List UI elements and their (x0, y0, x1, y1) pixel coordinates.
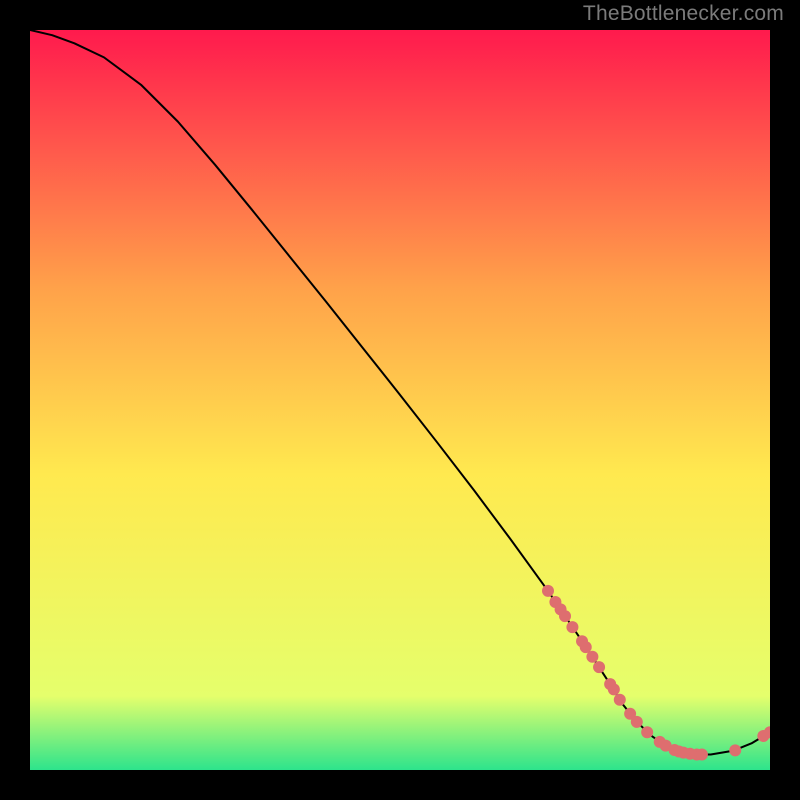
data-marker (631, 716, 643, 728)
data-marker (586, 651, 598, 663)
gradient-background (30, 30, 770, 770)
data-marker (566, 621, 578, 633)
data-marker (729, 744, 741, 756)
chart-frame: TheBottlenecker.com (0, 0, 800, 800)
data-marker (542, 585, 554, 597)
bottleneck-chart (30, 30, 770, 770)
data-marker (614, 694, 626, 706)
attribution-text: TheBottlenecker.com (583, 2, 784, 26)
data-marker (696, 748, 708, 760)
data-marker (593, 661, 605, 673)
data-marker (641, 726, 653, 738)
data-marker (608, 683, 620, 695)
data-marker (559, 610, 571, 622)
